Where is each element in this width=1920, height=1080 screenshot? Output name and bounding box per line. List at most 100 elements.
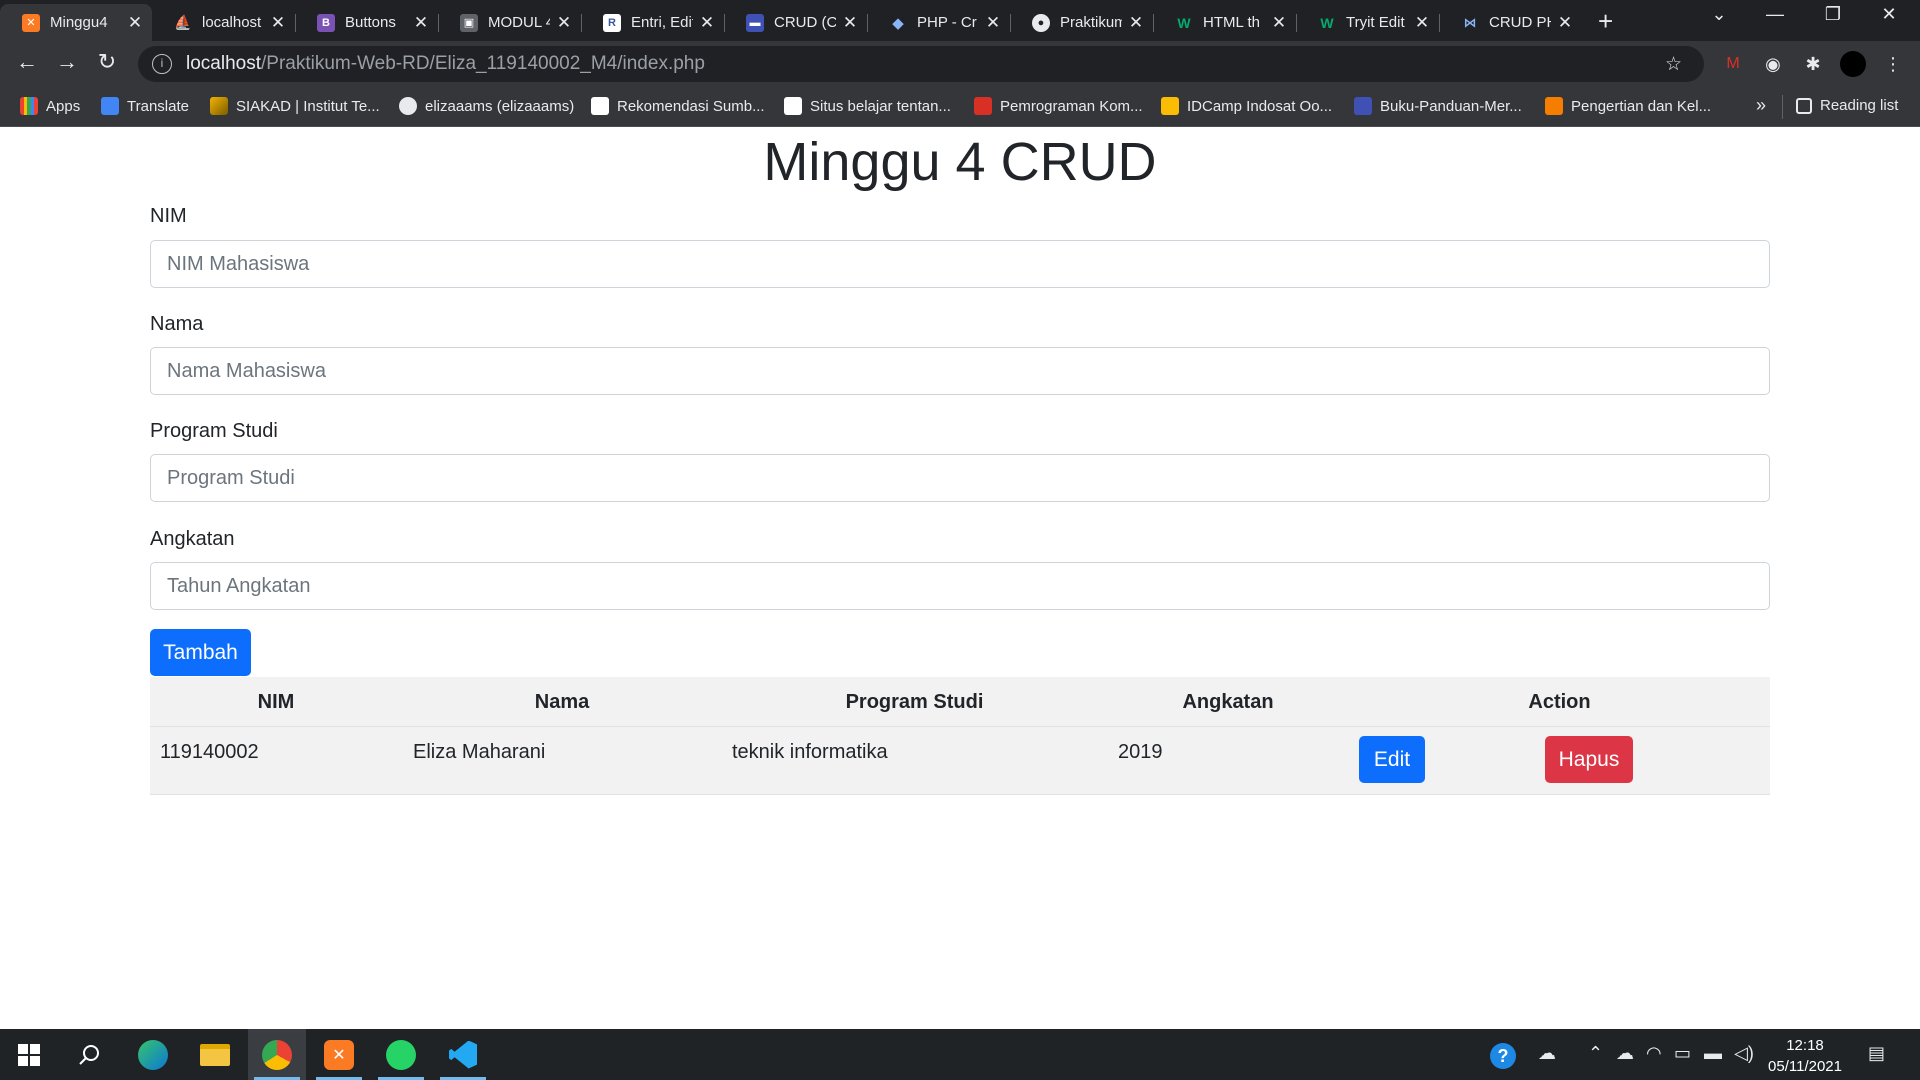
bookmark-buku-panduan[interactable]: Buku-Panduan-Mer... — [1354, 97, 1522, 115]
tab-minggu4[interactable]: ✕ Minggu4 ✕ — [0, 4, 152, 41]
volume-icon[interactable]: ◁) — [1734, 1043, 1754, 1064]
extensions-puzzle-icon[interactable]: ✱ — [1800, 51, 1826, 77]
tray-overflow-chevron-icon[interactable]: ⌃ — [1588, 1043, 1603, 1064]
xampp-icon[interactable]: ✕ — [310, 1029, 368, 1080]
tab-entri-edit[interactable]: R Entri, Edit ✕ — [581, 4, 724, 41]
close-icon[interactable]: ✕ — [698, 13, 716, 33]
tab-title: Minggu4 — [50, 14, 108, 31]
mendeley-extension-icon[interactable]: M — [1720, 51, 1746, 77]
medium-icon — [784, 97, 802, 115]
angkatan-input[interactable]: Tahun Angkatan — [150, 562, 1770, 610]
tab-php-cr[interactable]: ◆ PHP - Cr ✕ — [867, 4, 1010, 41]
bookmark-star-icon[interactable]: ☆ — [1665, 53, 1682, 76]
edge-icon[interactable] — [124, 1029, 182, 1080]
whatsapp-icon[interactable] — [372, 1029, 430, 1080]
cell-nim: 119140002 — [160, 741, 259, 763]
vscode-icon[interactable] — [434, 1029, 492, 1080]
battery-icon[interactable]: ▬ — [1704, 1043, 1722, 1064]
bookmarks-overflow-chevron[interactable]: » — [1756, 95, 1766, 116]
xampp-icon: ✕ — [22, 13, 40, 32]
close-icon[interactable]: ✕ — [1270, 13, 1288, 33]
close-icon[interactable]: ✕ — [841, 13, 859, 33]
restore-icon[interactable]: ❐ — [1810, 4, 1856, 25]
tab-title: MODUL 4 — [488, 14, 550, 31]
bookmark-situs-belajar[interactable]: Situs belajar tentan... — [784, 97, 951, 115]
bookmark-rekomendasi[interactable]: Rekomendasi Sumb... — [591, 97, 765, 115]
minimize-icon[interactable]: — — [1752, 4, 1798, 25]
onedrive-icon[interactable]: ☁ — [1616, 1043, 1634, 1064]
reading-list-button[interactable]: Reading list — [1796, 97, 1898, 114]
windows-taskbar: ✕ ? ☁ ⌃ ☁ ◠ ▭ ▬ ◁) 12:18 05/11/2021 ▤ — [0, 1029, 1920, 1080]
reading-list-label: Reading list — [1820, 97, 1899, 114]
nama-placeholder: Nama Mahasiswa — [167, 359, 326, 382]
bookmark-translate[interactable]: Translate — [101, 97, 189, 115]
wifi-icon[interactable]: ◠ — [1646, 1043, 1662, 1064]
display-icon[interactable]: ▭ — [1674, 1043, 1691, 1064]
taskbar-clock[interactable]: 12:18 05/11/2021 — [1760, 1035, 1850, 1077]
bookmark-siakad[interactable]: SIAKAD | Institut Te... — [210, 97, 380, 115]
close-icon[interactable]: ✕ — [984, 13, 1002, 33]
prodi-input[interactable]: Program Studi — [150, 454, 1770, 502]
nama-label: Nama — [150, 313, 204, 335]
bookmark-label: Situs belajar tentan... — [810, 97, 951, 115]
camera-extension-icon[interactable]: ◉ — [1760, 51, 1786, 77]
weather-icon[interactable]: ☁ — [1538, 1043, 1556, 1064]
tab-praktikum[interactable]: ● Praktikum ✕ — [1010, 4, 1153, 41]
w3schools-icon: W — [1320, 14, 1334, 31]
close-icon[interactable]: ✕ — [1127, 13, 1145, 33]
edit-button[interactable]: Edit — [1359, 736, 1425, 783]
tab-title: Buttons — [345, 14, 396, 31]
address-bar[interactable]: i localhost/Praktikum-Web-RD/Eliza_11914… — [138, 46, 1704, 82]
tab-crud-php[interactable]: ⋈ CRUD PH ✕ — [1439, 4, 1582, 41]
close-icon[interactable]: ✕ — [126, 13, 144, 33]
notifications-icon[interactable]: ▤ — [1868, 1043, 1885, 1064]
bookmark-github-elizaaams[interactable]: elizaaams (elizaaams) — [399, 97, 574, 115]
bookmark-pengertian[interactable]: Pengertian dan Kel... — [1545, 97, 1711, 115]
file-explorer-icon[interactable] — [186, 1029, 244, 1080]
tab-buttons[interactable]: B Buttons ✕ — [295, 4, 438, 41]
forward-arrow-icon[interactable]: → — [52, 49, 82, 75]
bookmark-apps[interactable]: Apps — [20, 97, 80, 115]
profile-avatar[interactable] — [1840, 51, 1866, 77]
classroom-icon: ▣ — [460, 13, 478, 32]
close-icon[interactable]: ✕ — [269, 13, 287, 33]
phpmyadmin-icon: ⛵ — [174, 14, 192, 30]
chrome-icon[interactable] — [248, 1029, 306, 1080]
info-icon[interactable]: i — [152, 54, 172, 74]
bookmark-label: elizaaams (elizaaams) — [425, 97, 575, 115]
close-icon[interactable]: ✕ — [1556, 13, 1574, 33]
nama-input[interactable]: Nama Mahasiswa — [150, 347, 1770, 395]
column-header-angkatan: Angkatan — [1182, 691, 1274, 713]
medium-icon — [591, 97, 609, 115]
tab-modul4[interactable]: ▣ MODUL 4 ✕ — [438, 4, 581, 41]
windows-start-icon[interactable] — [0, 1029, 58, 1080]
browser-toolbar: ← → ↻ i localhost/Praktikum-Web-RD/Eliza… — [0, 41, 1920, 87]
close-icon[interactable]: ✕ — [412, 13, 430, 33]
close-window-icon[interactable]: ✕ — [1866, 4, 1912, 25]
url-host: localhost — [186, 53, 261, 74]
clock-date: 05/11/2021 — [1768, 1058, 1842, 1075]
tab-search-icon[interactable]: ⌄ — [1696, 4, 1742, 25]
tab-html-th[interactable]: W HTML th ✕ — [1153, 4, 1296, 41]
tambah-button[interactable]: Tambah — [150, 629, 251, 676]
tab-crud-cr[interactable]: ▬ CRUD (Cr ✕ — [724, 4, 867, 41]
nim-input[interactable]: NIM Mahasiswa — [150, 240, 1770, 288]
close-icon[interactable]: ✕ — [1413, 13, 1431, 33]
tab-tryit-editor[interactable]: W Tryit Edit ✕ — [1296, 4, 1439, 41]
code-icon: ⋈ — [1463, 14, 1477, 30]
bookmark-idcamp[interactable]: IDCamp Indosat Oo... — [1161, 97, 1332, 115]
reload-icon[interactable]: ↻ — [92, 49, 122, 75]
menu-kebab-icon[interactable]: ⋮ — [1880, 51, 1906, 77]
cell-nama: Eliza Maharani — [413, 741, 546, 763]
hapus-button[interactable]: Hapus — [1545, 736, 1633, 783]
bookmark-pemrograman[interactable]: Pemrograman Kom... — [974, 97, 1143, 115]
url-text[interactable]: localhost/Praktikum-Web-RD/Eliza_1191400… — [186, 53, 705, 75]
tab-localhost[interactable]: ⛵ localhost ✕ — [152, 4, 295, 41]
new-tab-button[interactable]: + — [1598, 6, 1613, 37]
cell-angkatan: 2019 — [1118, 741, 1163, 763]
help-icon[interactable]: ? — [1490, 1043, 1516, 1069]
close-icon[interactable]: ✕ — [555, 13, 573, 33]
search-icon[interactable] — [60, 1029, 118, 1080]
bookmarks-divider — [1782, 95, 1783, 119]
back-arrow-icon[interactable]: ← — [12, 49, 42, 75]
